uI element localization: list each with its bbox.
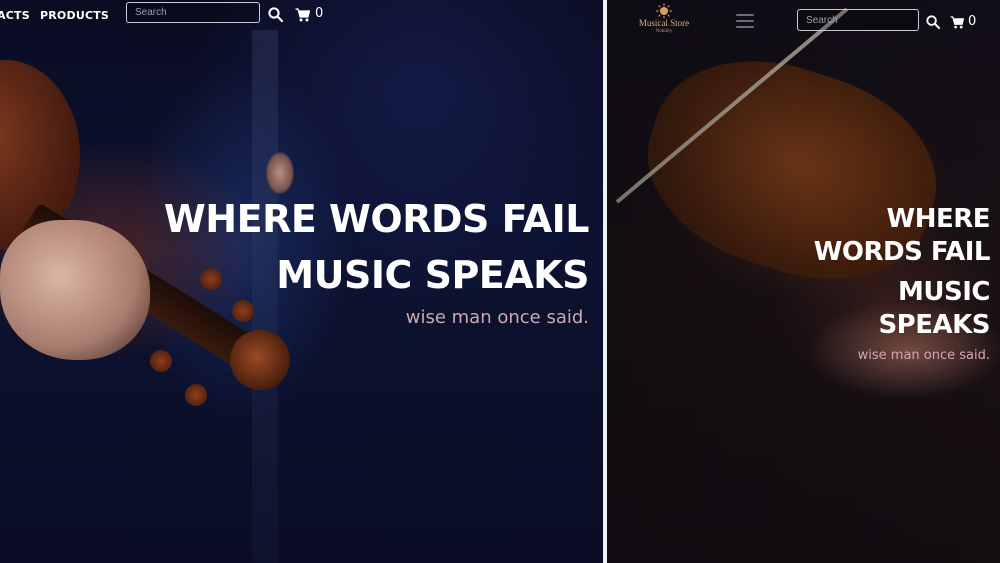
- violin-scroll-image: [230, 330, 290, 390]
- hand-image: [0, 220, 150, 360]
- background-light-glow: [266, 152, 294, 194]
- cart-icon[interactable]: [295, 8, 310, 22]
- hero-tagline: wise man once said.: [405, 307, 589, 328]
- nav-link-contacts[interactable]: ACTS: [0, 9, 30, 22]
- mobile-view: Musical Store Nobility 0 WHERE WORDS FAI…: [607, 0, 1000, 563]
- hamburger-menu-icon[interactable]: [736, 14, 754, 28]
- hero-heading-line-3: MUSIC: [898, 277, 990, 307]
- search-input[interactable]: [797, 9, 919, 31]
- hero-heading-line-1: WHERE WORDS FAIL: [163, 197, 590, 241]
- search-icon[interactable]: [926, 15, 940, 29]
- hero-heading-line-4: SPEAKS: [878, 310, 990, 340]
- store-logo[interactable]: Musical Store Nobility: [633, 3, 695, 39]
- desktop-view: ACTS PRODUCTS 0 WHERE WORDS FAIL MUSIC S…: [0, 0, 603, 563]
- cart-icon[interactable]: [950, 16, 964, 29]
- violin-peg-image: [185, 384, 207, 406]
- hero-heading-line-1: WHERE: [886, 204, 991, 234]
- nav-link-products[interactable]: PRODUCTS: [40, 9, 109, 22]
- cart-count: 0: [968, 14, 977, 29]
- background-light-streak: [252, 30, 278, 563]
- search-input[interactable]: [126, 2, 260, 23]
- hero-heading-line-2: WORDS FAIL: [813, 237, 991, 267]
- sun-logo-icon: [656, 3, 672, 19]
- hero-heading-line-2: MUSIC SPEAKS: [276, 253, 589, 297]
- logo-name: Musical Store: [638, 18, 690, 28]
- violin-peg-image: [150, 350, 172, 372]
- violin-peg-image: [200, 268, 222, 290]
- search-icon[interactable]: [268, 7, 283, 22]
- violin-peg-image: [232, 300, 254, 322]
- logo-subtitle: Nobility: [655, 28, 673, 34]
- hero-tagline: wise man once said.: [857, 348, 990, 363]
- cart-count: 0: [315, 6, 324, 21]
